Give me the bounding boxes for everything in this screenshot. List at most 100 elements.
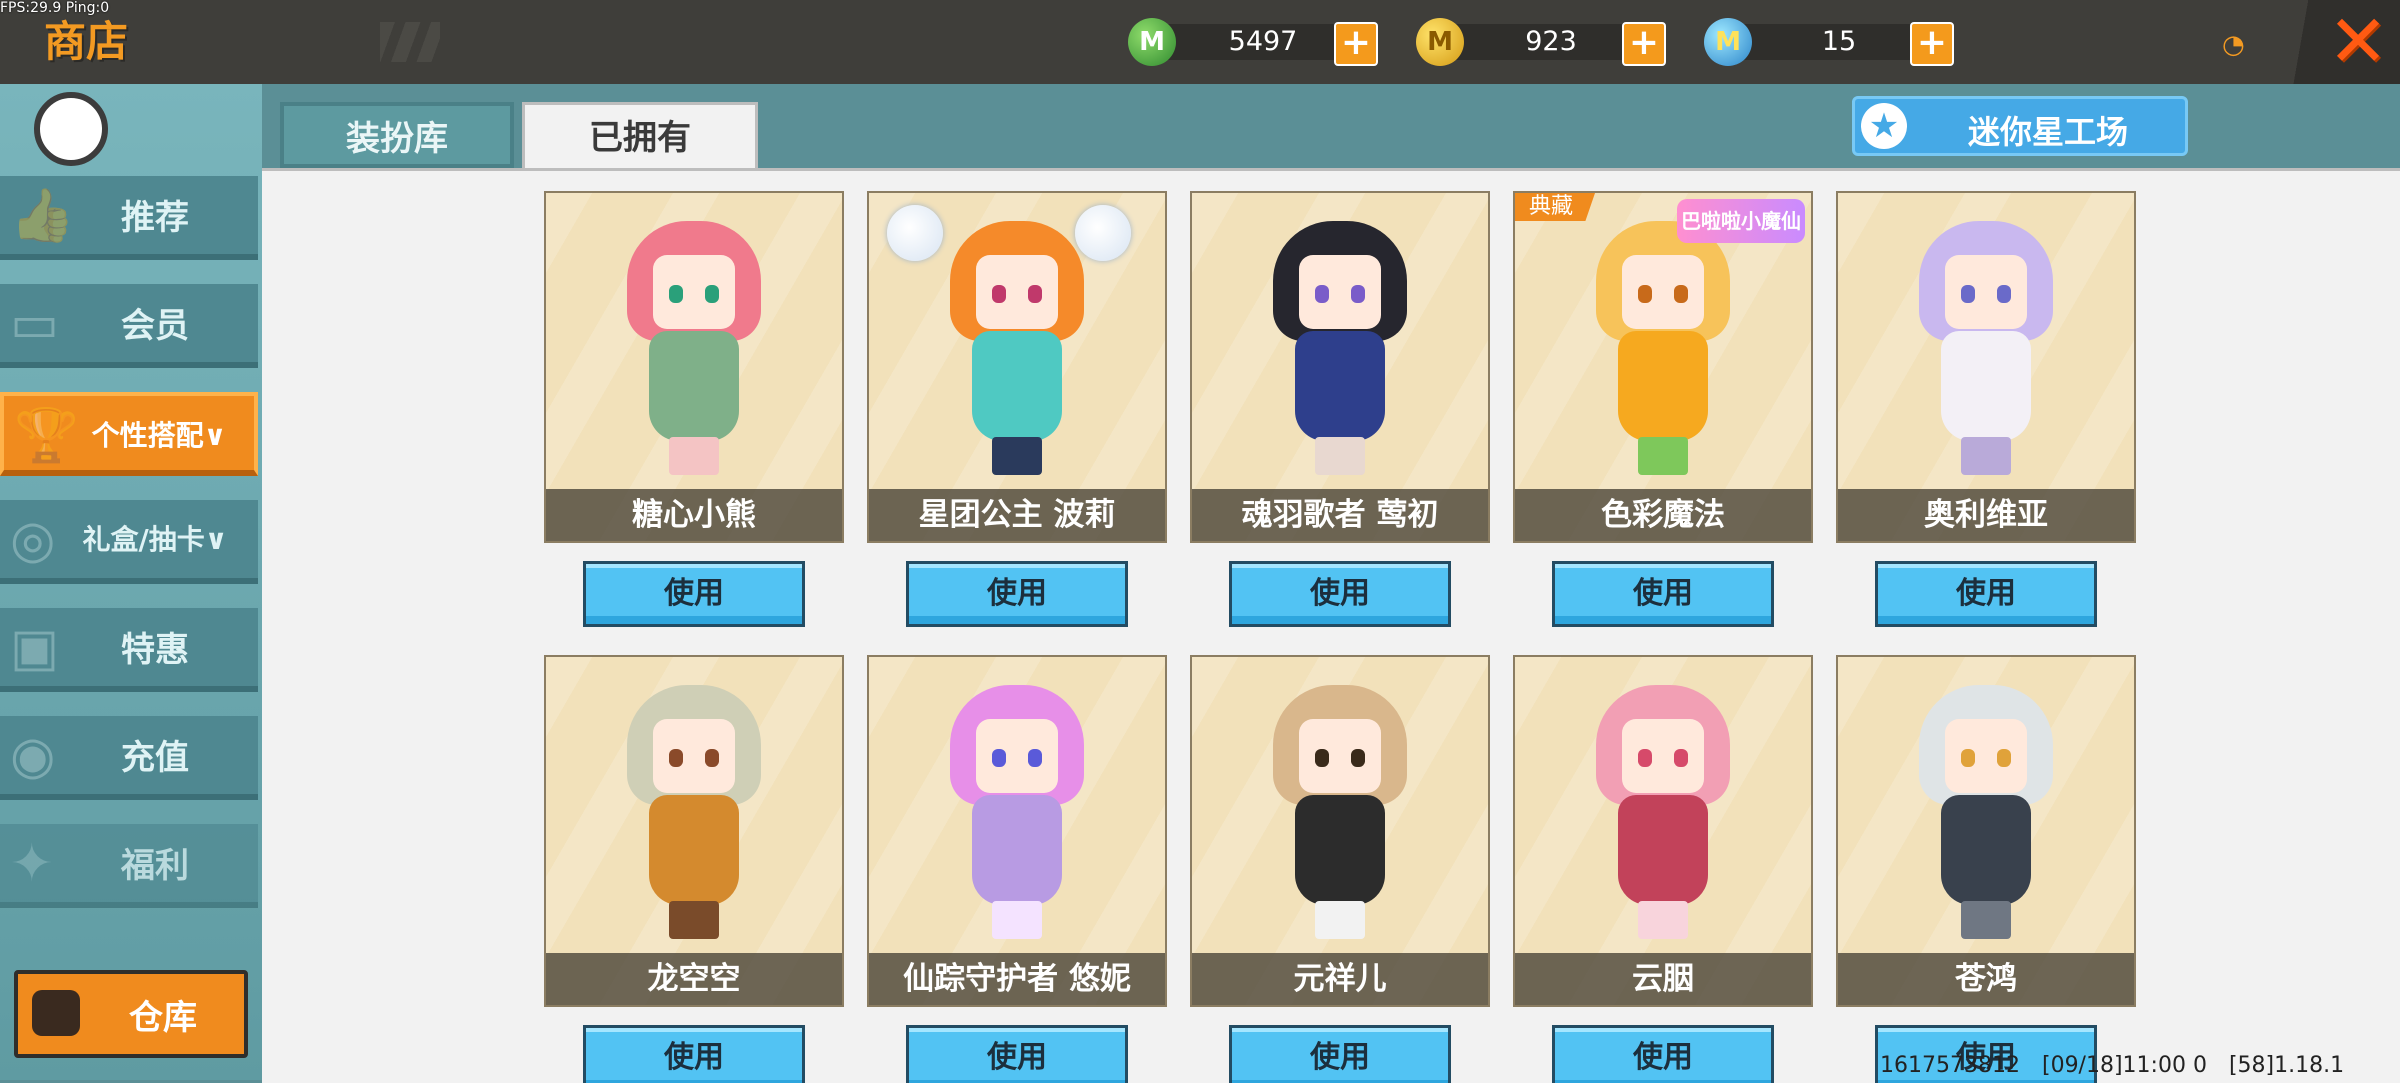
add-gold-coin-button[interactable]: + bbox=[1622, 22, 1666, 66]
use-skin-button[interactable]: 使用 bbox=[583, 561, 805, 627]
top-bar: 商店 M 5497 + M 923 + M 15 + ◔ ✕ bbox=[0, 0, 2400, 84]
character-outfit bbox=[972, 331, 1062, 441]
use-skin-button[interactable]: 使用 bbox=[1229, 561, 1451, 627]
skin-character-image bbox=[1911, 675, 2061, 945]
skin-card[interactable]: 仙踪守护者 悠妮 bbox=[867, 655, 1167, 1007]
chevron-down-icon: ∨ bbox=[203, 419, 227, 452]
character-legs bbox=[1638, 901, 1688, 939]
character-eye bbox=[1315, 749, 1329, 767]
mini-workshop-button[interactable]: ★ 迷你星工场 bbox=[1852, 96, 2188, 156]
character-outfit bbox=[1618, 795, 1708, 905]
currency-value: 5497 bbox=[1228, 26, 1298, 57]
character-outfit bbox=[1941, 331, 2031, 441]
currency-value: 923 bbox=[1525, 26, 1577, 57]
sidebar-item-label: 会员 bbox=[121, 306, 189, 346]
sidebar-item-giftbox[interactable]: ◎ 礼盒/抽卡∨ bbox=[0, 500, 258, 584]
fps-readout: FPS:29.9 Ping:0 bbox=[0, 0, 110, 16]
character-eye bbox=[1028, 285, 1042, 303]
skin-character-image bbox=[942, 675, 1092, 945]
tab-owned[interactable]: 已拥有 bbox=[522, 102, 758, 172]
time-text: [09/18]11:00 0 bbox=[2041, 1053, 2207, 1078]
sidebar-item-recharge[interactable]: ◉ 充值 bbox=[0, 716, 258, 800]
character-legs bbox=[992, 437, 1042, 475]
skin-card[interactable]: 典藏 巴啦啦小魔仙 色彩魔法 bbox=[1513, 191, 1813, 543]
skin-card[interactable]: 奥利维亚 bbox=[1836, 191, 2136, 543]
skin-card[interactable]: 星团公主 波莉 bbox=[867, 191, 1167, 543]
sidebar-item-recommend[interactable]: 👍 推荐 bbox=[0, 176, 258, 260]
character-legs bbox=[1961, 901, 2011, 939]
skin-character-image bbox=[1265, 211, 1415, 481]
skin-name: 龙空空 bbox=[546, 953, 842, 1005]
close-button[interactable]: ✕ bbox=[2326, 5, 2390, 77]
currency-value: 15 bbox=[1821, 26, 1857, 57]
skin-name: 星团公主 波莉 bbox=[869, 489, 1165, 541]
character-face bbox=[653, 719, 735, 793]
character-outfit bbox=[1295, 795, 1385, 905]
use-skin-button[interactable]: 使用 bbox=[583, 1025, 805, 1083]
character-eye bbox=[1997, 749, 2011, 767]
skin-name: 色彩魔法 bbox=[1515, 489, 1811, 541]
sidebar-item-label: 礼盒/抽卡∨ bbox=[60, 518, 250, 558]
character-face bbox=[1622, 719, 1704, 793]
skin-character-image bbox=[1588, 675, 1738, 945]
character-eye bbox=[1674, 749, 1688, 767]
character-eye bbox=[705, 285, 719, 303]
bubble-pet-icon bbox=[887, 205, 943, 261]
warehouse-label: 仓库 bbox=[129, 998, 197, 1038]
skin-character-image bbox=[1588, 211, 1738, 481]
star-icon: ★ bbox=[1861, 103, 1907, 149]
version-text: [58]1.18.1 bbox=[2228, 1053, 2345, 1078]
use-skin-button[interactable]: 使用 bbox=[1875, 561, 2097, 627]
sidebar-item-outfit[interactable]: 🏆 个性搭配∨ bbox=[0, 392, 258, 476]
character-eye bbox=[1674, 285, 1688, 303]
character-eye bbox=[1028, 749, 1042, 767]
sidebar-item-deals[interactable]: ▣ 特惠 bbox=[0, 608, 258, 692]
sidebar-item-welfare[interactable]: ✦ 福利 bbox=[0, 824, 258, 908]
skin-name: 苍鸿 bbox=[1838, 953, 2134, 1005]
skin-character-image bbox=[1911, 211, 2061, 481]
use-skin-button[interactable]: 使用 bbox=[1229, 1025, 1451, 1083]
character-eye bbox=[1351, 749, 1365, 767]
tab-wardrobe[interactable]: 装扮库 bbox=[280, 102, 514, 168]
character-outfit bbox=[649, 795, 739, 905]
avatar[interactable] bbox=[34, 92, 108, 166]
character-eye bbox=[1351, 285, 1365, 303]
character-eye bbox=[1315, 285, 1329, 303]
skin-card[interactable]: 元祥儿 bbox=[1190, 655, 1490, 1007]
skin-card[interactable]: 魂羽歌者 莺初 bbox=[1190, 191, 1490, 543]
warehouse-chest-icon bbox=[32, 990, 80, 1036]
add-blue-coin-button[interactable]: + bbox=[1910, 22, 1954, 66]
sidebar: 👍 推荐 ▭ 会员 🏆 个性搭配∨ ◎ 礼盒/抽卡∨ ▣ 特惠 ◉ 充值 ✦ 福… bbox=[0, 84, 262, 1080]
blue-coin-icon: M bbox=[1704, 18, 1752, 66]
character-eye bbox=[992, 285, 1006, 303]
character-face bbox=[1945, 719, 2027, 793]
skin-card[interactable]: 苍鸿 bbox=[1836, 655, 2136, 1007]
character-eye bbox=[1961, 749, 1975, 767]
character-legs bbox=[992, 901, 1042, 939]
workshop-label: 迷你星工场 bbox=[1967, 113, 2128, 151]
use-skin-button[interactable]: 使用 bbox=[906, 1025, 1128, 1083]
use-skin-button[interactable]: 使用 bbox=[1552, 561, 1774, 627]
character-outfit bbox=[1295, 331, 1385, 441]
character-face bbox=[1299, 255, 1381, 329]
warehouse-button[interactable]: 仓库 bbox=[14, 970, 248, 1058]
skin-card[interactable]: 龙空空 bbox=[544, 655, 844, 1007]
character-legs bbox=[1315, 901, 1365, 939]
owned-skins-panel: 糖心小熊 使用 星团公主 波莉 使用 魂羽歌者 莺初 使用 典藏 巴啦啦小魔仙 色彩魔法 使用 奥利… bbox=[262, 168, 2400, 1083]
use-skin-button[interactable]: 使用 bbox=[906, 561, 1128, 627]
sidebar-item-member[interactable]: ▭ 会员 bbox=[0, 284, 258, 368]
character-face bbox=[1945, 255, 2027, 329]
skin-name: 元祥儿 bbox=[1192, 953, 1488, 1005]
gold-coin-icon: M bbox=[1416, 18, 1464, 66]
character-legs bbox=[1315, 437, 1365, 475]
skin-card[interactable]: 云胭 bbox=[1513, 655, 1813, 1007]
add-green-gem-button[interactable]: + bbox=[1334, 22, 1378, 66]
skin-name: 云胭 bbox=[1515, 953, 1811, 1005]
skin-name: 魂羽歌者 莺初 bbox=[1192, 489, 1488, 541]
skin-card[interactable]: 糖心小熊 bbox=[544, 191, 844, 543]
use-skin-button[interactable]: 使用 bbox=[1552, 1025, 1774, 1083]
chevron-down-icon: ∨ bbox=[204, 523, 228, 556]
character-outfit bbox=[1618, 331, 1708, 441]
character-legs bbox=[669, 901, 719, 939]
character-legs bbox=[1961, 437, 2011, 475]
